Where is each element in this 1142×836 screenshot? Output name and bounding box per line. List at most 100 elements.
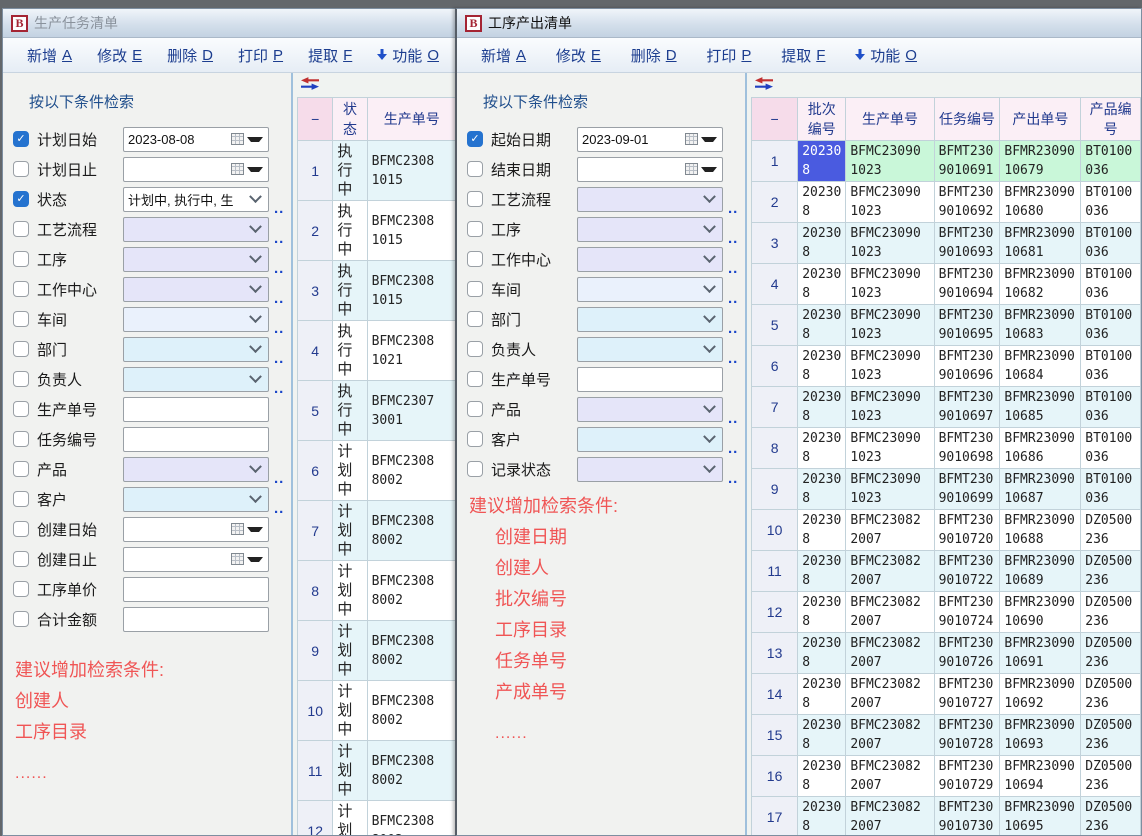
cell-order[interactable]: BFMC23090 1023	[846, 387, 934, 428]
cell-order[interactable]: BFMC23090 1023	[846, 264, 934, 305]
cell-output[interactable]: BFMR23090 10695	[1000, 797, 1081, 836]
checkbox-production-no[interactable]	[467, 371, 483, 387]
toolbar-button-print[interactable]: 打印P	[706, 45, 751, 66]
cell-product[interactable]: DZ0500 236	[1081, 633, 1141, 674]
cell-batch[interactable]: 20230 8	[798, 305, 846, 346]
dropdown-product[interactable]	[577, 397, 723, 422]
cell-status[interactable]: 计划中	[333, 441, 367, 501]
cell-product[interactable]: BT0100 036	[1081, 141, 1141, 182]
checkbox-process-price[interactable]	[13, 581, 29, 597]
cell-order[interactable]: BFMC23090 1023	[846, 305, 934, 346]
cell-status[interactable]: 执行中	[333, 141, 367, 201]
cell-order[interactable]: BFMC2308 8002	[367, 741, 456, 801]
date-input-create-date-end[interactable]	[123, 547, 269, 572]
more-options-button[interactable]: ..	[728, 414, 738, 424]
row-number-cell[interactable]: 16	[752, 756, 798, 797]
cell-order[interactable]: BFMC23082 2007	[846, 592, 934, 633]
date-input-end-date[interactable]	[577, 157, 723, 182]
cell-batch[interactable]: 20230 8	[798, 141, 846, 182]
cell-order[interactable]: BFMC23082 2007	[846, 551, 934, 592]
toolbar-button-edit[interactable]: 修改E	[97, 45, 142, 66]
cell-order[interactable]: BFMC2308 8002	[367, 501, 456, 561]
swap-arrows-icon[interactable]	[755, 77, 773, 90]
cell-output[interactable]: BFMR23090 10690	[1000, 592, 1081, 633]
column-header-2[interactable]: 生产单号	[846, 98, 934, 141]
cell-order[interactable]: BFMC2308 1015	[367, 201, 456, 261]
toolbar-button-edit[interactable]: 修改E	[556, 45, 601, 66]
cell-batch[interactable]: 20230 8	[798, 469, 846, 510]
cell-batch[interactable]: 20230 8	[798, 223, 846, 264]
cell-order[interactable]: BFMC2307 3001	[367, 381, 456, 441]
cell-output[interactable]: BFMR23090 10686	[1000, 428, 1081, 469]
cell-batch[interactable]: 20230 8	[798, 797, 846, 836]
more-options-button[interactable]: ..	[274, 234, 284, 244]
dropdown-process[interactable]	[577, 217, 723, 242]
toolbar-button-add[interactable]: 新增A	[27, 45, 72, 66]
text-input-task-no[interactable]	[123, 427, 269, 452]
row-number-cell[interactable]: 13	[752, 633, 798, 674]
cell-order[interactable]: BFMC23090 1023	[846, 346, 934, 387]
row-number-cell[interactable]: 8	[752, 428, 798, 469]
cell-task[interactable]: BFMT230 9010727	[934, 674, 1000, 715]
more-options-button[interactable]: ..	[274, 384, 284, 394]
cell-product[interactable]: BT0100 036	[1081, 305, 1141, 346]
cell-task[interactable]: BFMT230 9010695	[934, 305, 1000, 346]
cell-task[interactable]: BFMT230 9010697	[934, 387, 1000, 428]
more-options-button[interactable]: ..	[728, 234, 738, 244]
dropdown-department[interactable]	[123, 337, 269, 362]
dropdown-department[interactable]	[577, 307, 723, 332]
cell-order[interactable]: BFMC23090 1023	[846, 223, 934, 264]
row-number-cell[interactable]: 7	[752, 387, 798, 428]
more-options-button[interactable]: ..	[274, 264, 284, 274]
cell-output[interactable]: BFMR23090 10691	[1000, 633, 1081, 674]
checkbox-plan-date-end[interactable]	[13, 161, 29, 177]
column-header-1[interactable]: 状态	[333, 98, 367, 141]
dropdown-workshop[interactable]	[123, 307, 269, 332]
text-input-total-amount[interactable]	[123, 607, 269, 632]
more-options-button[interactable]: ..	[274, 474, 284, 484]
cell-order[interactable]: BFMC23082 2007	[846, 715, 934, 756]
text-input-production-no[interactable]	[577, 367, 723, 392]
cell-order[interactable]: BFMC23090 1023	[846, 428, 934, 469]
cell-status[interactable]: 执行中	[333, 201, 367, 261]
checkbox-process[interactable]	[467, 221, 483, 237]
cell-batch[interactable]: 20230 8	[798, 592, 846, 633]
row-number-cell[interactable]: 8	[298, 561, 333, 621]
row-number-cell[interactable]: 2	[752, 182, 798, 223]
cell-output[interactable]: BFMR23090 10684	[1000, 346, 1081, 387]
cell-task[interactable]: BFMT230 9010698	[934, 428, 1000, 469]
dropdown-workshop[interactable]	[577, 277, 723, 302]
titlebar-process-output-list[interactable]: B 工序产出清单	[457, 9, 1141, 38]
cell-output[interactable]: BFMR23090 10692	[1000, 674, 1081, 715]
cell-product[interactable]: BT0100 036	[1081, 428, 1141, 469]
cell-batch[interactable]: 20230 8	[798, 551, 846, 592]
dropdown-owner[interactable]	[123, 367, 269, 392]
cell-task[interactable]: BFMT230 9010730	[934, 797, 1000, 836]
row-number-cell[interactable]: 3	[752, 223, 798, 264]
swap-arrows-icon[interactable]	[301, 77, 319, 90]
cell-task[interactable]: BFMT230 9010692	[934, 182, 1000, 223]
cell-order[interactable]: BFMC23082 2007	[846, 510, 934, 551]
cell-task[interactable]: BFMT230 9010693	[934, 223, 1000, 264]
toolbar-button-delete[interactable]: 删除D	[167, 45, 213, 66]
more-options-button[interactable]: ..	[728, 294, 738, 304]
cell-product[interactable]: BT0100 036	[1081, 469, 1141, 510]
cell-status[interactable]: 执行中	[333, 261, 367, 321]
column-header-0[interactable]: −	[752, 98, 798, 141]
cell-task[interactable]: BFMT230 9010724	[934, 592, 1000, 633]
cell-output[interactable]: BFMR23090 10685	[1000, 387, 1081, 428]
row-number-cell[interactable]: 17	[752, 797, 798, 836]
checkbox-work-center[interactable]	[467, 251, 483, 267]
cell-status[interactable]: 计划中	[333, 561, 367, 621]
row-number-cell[interactable]: 7	[298, 501, 333, 561]
cell-product[interactable]: DZ0500 236	[1081, 715, 1141, 756]
cell-output[interactable]: BFMR23090 10687	[1000, 469, 1081, 510]
row-number-cell[interactable]: 5	[752, 305, 798, 346]
more-options-button[interactable]: ..	[274, 504, 284, 514]
checkbox-product[interactable]	[467, 401, 483, 417]
checkbox-owner[interactable]	[467, 341, 483, 357]
more-options-button[interactable]: ..	[728, 444, 738, 454]
cell-batch[interactable]: 20230 8	[798, 346, 846, 387]
cell-batch[interactable]: 20230 8	[798, 510, 846, 551]
row-number-cell[interactable]: 11	[752, 551, 798, 592]
